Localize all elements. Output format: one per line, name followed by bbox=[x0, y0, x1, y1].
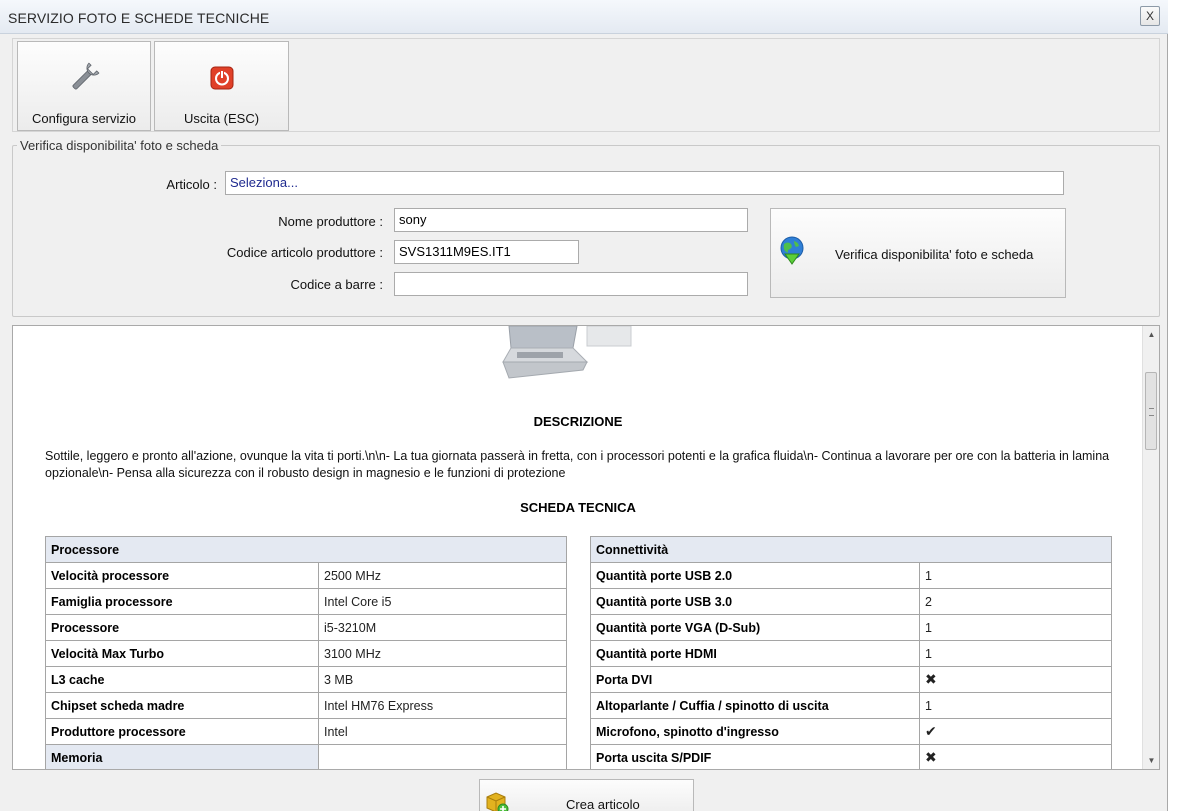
create-article-label: Crea articolo bbox=[566, 797, 640, 811]
table-row: Produttore processore Intel bbox=[45, 718, 567, 745]
table-row: Velocità processore 2500 MHz bbox=[45, 562, 567, 589]
background-window-edge bbox=[1169, 0, 1178, 811]
spec-value: 1 bbox=[919, 614, 1112, 641]
laptop-image bbox=[502, 326, 632, 379]
table-row: Quantità porte VGA (D-Sub) 1 bbox=[590, 614, 1112, 641]
close-button[interactable]: X bbox=[1140, 6, 1160, 26]
spec-value: ✖ bbox=[919, 744, 1112, 769]
table-row: Chipset scheda madre Intel HM76 Express bbox=[45, 692, 567, 719]
vertical-scrollbar[interactable]: ▲ ▼ bbox=[1142, 326, 1159, 769]
barcode-label: Codice a barre : bbox=[290, 277, 384, 292]
table-row: Processore i5-3210M bbox=[45, 614, 567, 641]
globe-download-icon bbox=[780, 236, 804, 265]
spec-value: 2500 MHz bbox=[318, 562, 567, 589]
scroll-down-arrow-icon[interactable]: ▼ bbox=[1143, 752, 1159, 769]
spec-value: 1 bbox=[919, 692, 1112, 719]
spec-sheet-title: SCHEDA TECNICA bbox=[520, 500, 636, 515]
title-bar: SERVIZIO FOTO E SCHEDE TECNICHE X bbox=[0, 0, 1168, 34]
spec-key: Microfono, spinotto d'ingresso bbox=[590, 718, 920, 745]
verify-availability-group: Verifica disponibilita' foto e scheda Ar… bbox=[12, 138, 1160, 317]
window-title: SERVIZIO FOTO E SCHEDE TECNICHE bbox=[8, 10, 270, 26]
spec-value: 2 bbox=[919, 588, 1112, 615]
spec-key: Altoparlante / Cuffia / spinotto di usci… bbox=[590, 692, 920, 719]
empty-cell bbox=[318, 744, 567, 769]
spec-key: Chipset scheda madre bbox=[45, 692, 319, 719]
scroll-up-arrow-icon[interactable]: ▲ bbox=[1143, 326, 1159, 343]
spec-value: Intel bbox=[318, 718, 567, 745]
exit-label: Uscita (ESC) bbox=[183, 111, 260, 126]
table-row: Porta uscita S/PDIF ✖ bbox=[590, 744, 1112, 769]
spec-value: ✖ bbox=[919, 666, 1112, 693]
table-header-row: Memoria bbox=[45, 744, 567, 769]
table-row: Velocità Max Turbo 3100 MHz bbox=[45, 640, 567, 667]
scrollbar-thumb[interactable] bbox=[1145, 372, 1157, 450]
spec-key: L3 cache bbox=[45, 666, 319, 693]
table-header-row: Connettività bbox=[590, 536, 1112, 563]
spec-value: ✔ bbox=[919, 718, 1112, 745]
spec-key: Porta uscita S/PDIF bbox=[590, 744, 920, 769]
exit-button[interactable]: Uscita (ESC) bbox=[154, 41, 289, 131]
spec-key: Processore bbox=[45, 614, 319, 641]
table-row: Famiglia processore Intel Core i5 bbox=[45, 588, 567, 615]
section-header: Memoria bbox=[45, 744, 319, 769]
spec-value: 1 bbox=[919, 640, 1112, 667]
manufacturer-field[interactable]: sony bbox=[394, 208, 748, 232]
box-add-icon bbox=[486, 792, 509, 811]
verify-availability-button[interactable]: Verifica disponibilita' foto e scheda bbox=[770, 208, 1066, 298]
processor-spec-table: Processore Velocità processore 2500 MHz Fam… bbox=[45, 536, 567, 769]
configure-service-label: Configura servizio bbox=[31, 111, 137, 126]
spec-value: i5-3210M bbox=[318, 614, 567, 641]
section-header: Connettività bbox=[590, 536, 1112, 563]
spec-value: Intel HM76 Express bbox=[318, 692, 567, 719]
verify-availability-label: Verifica disponibilita' foto e scheda bbox=[835, 247, 1034, 262]
barcode-field[interactable] bbox=[394, 272, 748, 296]
create-article-button[interactable]: Crea articolo bbox=[479, 779, 694, 811]
table-row: Altoparlante / Cuffia / spinotto di usci… bbox=[590, 692, 1112, 719]
manufacturer-label: Nome produttore : bbox=[278, 214, 383, 229]
section-header: Processore bbox=[45, 536, 567, 563]
manufacturer-code-field[interactable]: SVS1311M9ES.IT1 bbox=[394, 240, 579, 264]
description-text: Sottile, leggero e pronto all'azione, ov… bbox=[45, 449, 1110, 480]
table-row: L3 cache 3 MB bbox=[45, 666, 567, 693]
manufacturer-code-label: Codice articolo produttore : bbox=[226, 245, 383, 260]
spec-value: 3 MB bbox=[318, 666, 567, 693]
spec-value: Intel Core i5 bbox=[318, 588, 567, 615]
table-row: Quantità porte USB 2.0 1 bbox=[590, 562, 1112, 589]
article-label: Articolo : bbox=[166, 177, 217, 192]
table-row: Microfono, spinotto d'ingresso ✔ bbox=[590, 718, 1112, 745]
configure-service-button[interactable]: Configura servizio bbox=[17, 41, 151, 131]
spec-key: Quantità porte VGA (D-Sub) bbox=[590, 614, 920, 641]
spec-key: Porta DVI bbox=[590, 666, 920, 693]
power-icon bbox=[210, 66, 233, 90]
wrench-icon bbox=[72, 62, 100, 90]
table-row: Quantità porte HDMI 1 bbox=[590, 640, 1112, 667]
spec-key: Produttore processore bbox=[45, 718, 319, 745]
table-header-row: Processore bbox=[45, 536, 567, 563]
main-window: SERVIZIO FOTO E SCHEDE TECNICHE X Config… bbox=[0, 0, 1168, 811]
spec-key: Quantità porte HDMI bbox=[590, 640, 920, 667]
spec-key: Quantità porte USB 2.0 bbox=[590, 562, 920, 589]
product-sheet-view[interactable]: DESCRIZIONE Sottile, leggero e pronto al… bbox=[12, 325, 1160, 770]
spec-key: Famiglia processore bbox=[45, 588, 319, 615]
spec-key: Quantità porte USB 3.0 bbox=[590, 588, 920, 615]
spec-value: 3100 MHz bbox=[318, 640, 567, 667]
spec-key: Velocità processore bbox=[45, 562, 319, 589]
spec-key: Velocità Max Turbo bbox=[45, 640, 319, 667]
spec-value: 1 bbox=[919, 562, 1112, 589]
description-title: DESCRIZIONE bbox=[533, 414, 623, 429]
group-legend: Verifica disponibilita' foto e scheda bbox=[17, 138, 222, 153]
table-row: Quantità porte USB 3.0 2 bbox=[590, 588, 1112, 615]
table-row: Porta DVI ✖ bbox=[590, 666, 1112, 693]
toolbar: Configura servizio Uscita (ESC) bbox=[12, 38, 1160, 132]
connectivity-spec-table: Connettività Quantità porte USB 2.0 1 Quant… bbox=[590, 536, 1112, 769]
article-field[interactable]: Seleziona... bbox=[225, 171, 1064, 195]
